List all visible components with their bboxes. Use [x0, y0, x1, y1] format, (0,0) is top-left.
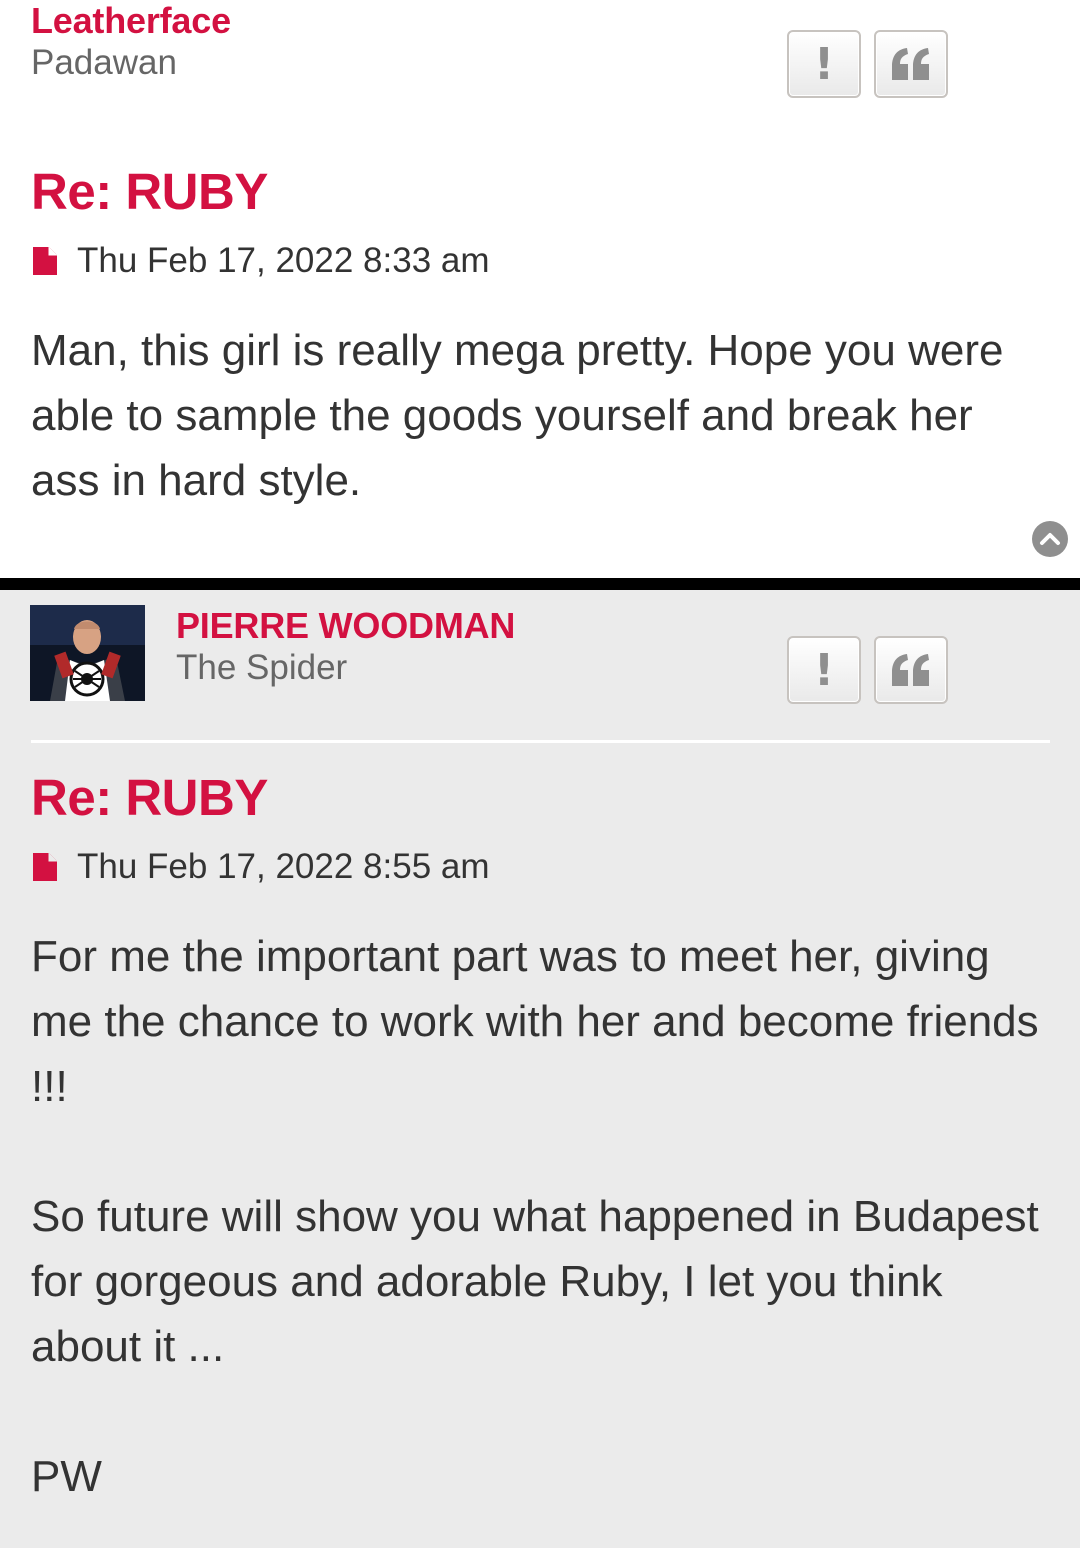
post-leatherface: Leatherface Padawan ! Re: RUBY Thu Feb 1…	[0, 0, 1080, 578]
post-author-username[interactable]: Leatherface	[31, 0, 231, 42]
back-to-top-button[interactable]	[1032, 521, 1068, 557]
post-meta: Thu Feb 17, 2022 8:33 am	[31, 241, 490, 281]
post-author-rank: Padawan	[31, 43, 177, 82]
exclamation-icon: !	[813, 38, 835, 90]
file-icon[interactable]	[31, 245, 59, 277]
post-title[interactable]: Re: RUBY	[31, 162, 268, 221]
post-meta: Thu Feb 17, 2022 8:55 am	[31, 847, 490, 887]
post-author-rank: The Spider	[176, 648, 348, 687]
post-divider	[31, 740, 1050, 743]
quote-icon	[892, 654, 929, 686]
report-button[interactable]: !	[787, 636, 861, 704]
post-signature: PW	[31, 1452, 102, 1501]
chevron-up-circle-icon	[1040, 533, 1060, 545]
post-paragraph: So future will show you what happened in…	[31, 1192, 1039, 1371]
post-date: Thu Feb 17, 2022 8:33 am	[77, 241, 490, 280]
post-title[interactable]: Re: RUBY	[31, 768, 268, 827]
file-icon[interactable]	[31, 851, 59, 883]
post-content: Man, this girl is really mega pretty. Ho…	[31, 318, 1051, 513]
post-paragraph: Man, this girl is really mega pretty. Ho…	[31, 326, 1004, 505]
quote-button[interactable]	[874, 30, 948, 98]
post-separator	[0, 578, 1080, 590]
avatar[interactable]	[30, 605, 145, 701]
post-pierre-woodman: PIERRE WOODMAN The Spider ! Re: RUBY Thu…	[0, 590, 1080, 1548]
post-paragraph: For me the important part was to meet he…	[31, 932, 1039, 1111]
quote-button[interactable]	[874, 636, 948, 704]
quote-icon	[892, 48, 929, 80]
post-content: For me the important part was to meet he…	[31, 924, 1051, 1509]
report-button[interactable]: !	[787, 30, 861, 98]
exclamation-icon: !	[813, 644, 835, 696]
post-date: Thu Feb 17, 2022 8:55 am	[77, 847, 490, 886]
post-author-username[interactable]: PIERRE WOODMAN	[176, 605, 515, 647]
avatar-image	[30, 605, 145, 701]
